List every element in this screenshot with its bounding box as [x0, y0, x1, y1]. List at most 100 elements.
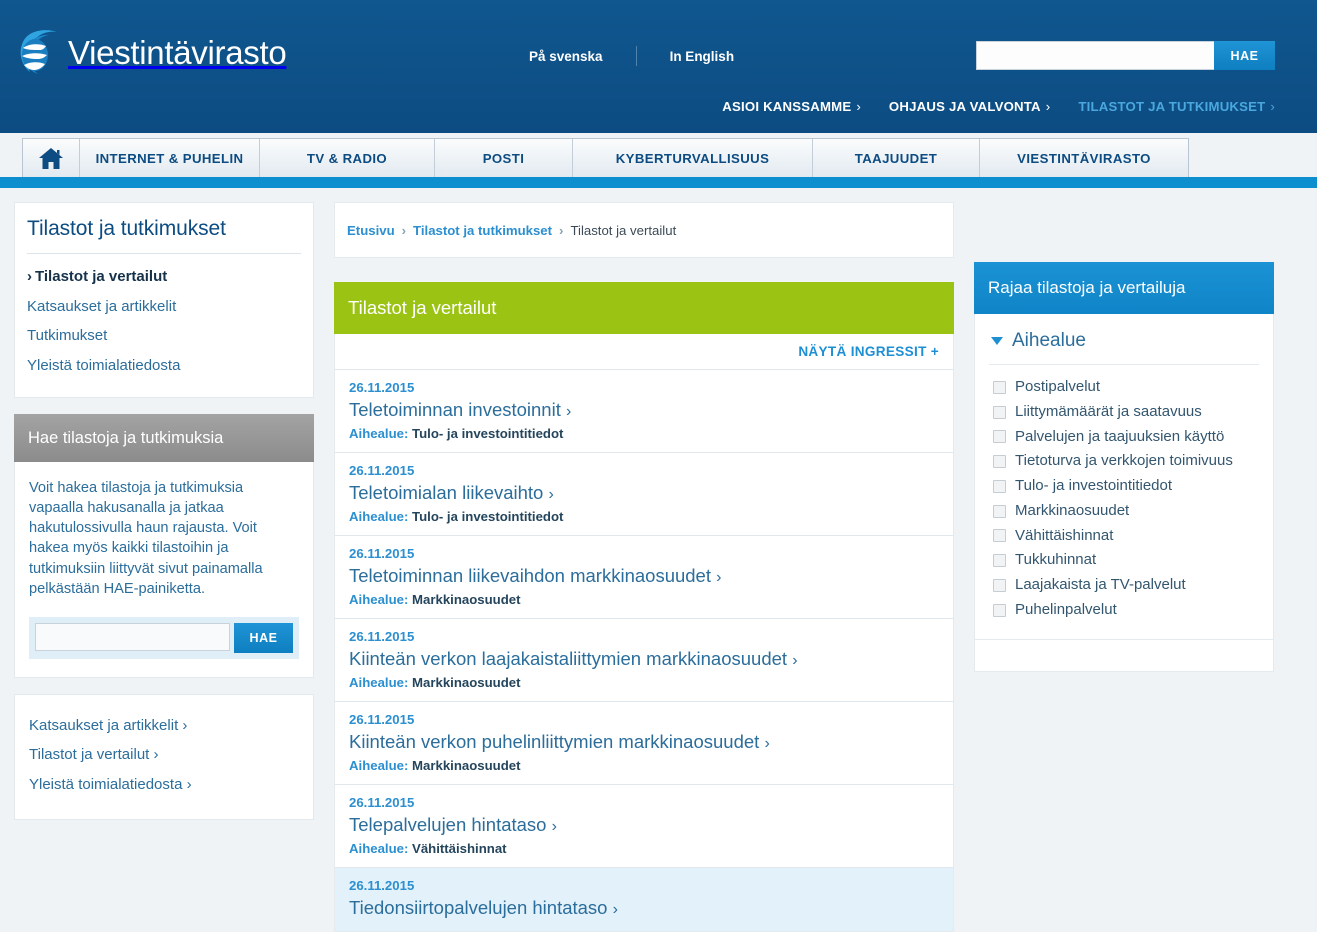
page-title-banner: Tilastot ja vertailut [334, 282, 954, 334]
header-search-input[interactable] [976, 41, 1214, 70]
filter-option-laajakaista-ja-tv-palvelut[interactable]: Laajakaista ja TV-palvelut [989, 573, 1259, 598]
result-item[interactable]: 26.11.2015 Kiinteän verkon puhelinliitty… [335, 701, 953, 784]
checkbox-icon[interactable] [993, 578, 1006, 592]
sidebar-nav-panel: Tilastot ja tutkimukset Tilastot ja vert… [14, 202, 314, 398]
show-ingress-toggle[interactable]: NÄYTÄ INGRESSIT + [798, 344, 939, 359]
checkbox-icon[interactable] [993, 455, 1006, 469]
result-topic: Markkinaosuudet [412, 592, 521, 607]
breadcrumb-item-current: Tilastot ja vertailut [570, 222, 677, 238]
chevron-right-icon: › [551, 818, 557, 835]
main-nav-tab-kyberturvallisuus[interactable]: KYBERTURVALLISUUS [573, 139, 813, 177]
site-logo[interactable]: Viestintävirasto [16, 28, 287, 76]
sidebar-item-label[interactable]: Tilastot ja vertailut [27, 263, 301, 291]
main-nav-tab-label: POSTI [482, 150, 525, 166]
chevron-right-icon: › [566, 403, 572, 420]
result-item[interactable]: 26.11.2015 Teletoiminnan liikevaihdon ma… [335, 535, 953, 618]
filter-option-puhelinpalvelut[interactable]: Puhelinpalvelut [989, 598, 1259, 623]
sidebar-item-label[interactable]: Katsaukset ja artikkelit [27, 293, 301, 321]
main-nav-tab-posti[interactable]: POSTI [435, 139, 573, 177]
sidebar-item-tilastot-ja-vertailut[interactable]: Tilastot ja vertailut [27, 263, 301, 291]
main-nav-tab-tv-radio[interactable]: TV & RADIO [260, 139, 435, 177]
chevron-right-icon: › [153, 746, 159, 764]
checkbox-icon[interactable] [993, 380, 1006, 394]
result-meta: Aihealue: Tulo- ja investointitiedot [349, 426, 939, 441]
filter-option-label: Laajakaista ja TV-palvelut [1015, 576, 1186, 593]
main-nav-tab-taajuudet[interactable]: TAAJUUDET [813, 139, 980, 177]
filter-option-postipalvelut[interactable]: Postipalvelut [989, 375, 1259, 400]
result-title-link[interactable]: Telepalvelujen hintataso › [349, 813, 939, 837]
section-nav-ohjaus-ja-valvonta[interactable]: OHJAUS JA VALVONTA › [889, 99, 1050, 114]
checkbox-icon[interactable] [993, 405, 1006, 419]
filter-option-tietoturva-ja-verkkojen-toimivuus[interactable]: Tietoturva ja verkkojen toimivuus [989, 449, 1259, 474]
result-topic: Tulo- ja investointitiedot [412, 426, 564, 441]
main-nav-tab-internet-puhelin[interactable]: INTERNET & PUHELIN [80, 139, 260, 177]
filter-option-markkinaosuudet[interactable]: Markkinaosuudet [989, 499, 1259, 524]
result-meta: Aihealue: Markkinaosuudet [349, 592, 939, 607]
filter-option-label: Palvelujen ja taajuuksien käyttö [1015, 427, 1225, 445]
main-nav-tab-viestintavirasto[interactable]: VIESTINTÄVIRASTO [980, 139, 1188, 177]
result-title-link[interactable]: Teletoiminnan investoinnit › [349, 398, 939, 422]
result-title: Teletoiminnan investoinnit [349, 399, 561, 420]
filter-option-liittymamaarat-ja-saatavuus[interactable]: Liittymämäärät ja saatavuus [989, 400, 1259, 425]
main-nav: INTERNET & PUHELIN TV & RADIO POSTI KYBE… [22, 138, 1189, 177]
quicklink-katsaukset-ja-artikkelit[interactable]: Katsaukset ja artikkelit › [29, 711, 299, 741]
sidebar-search-body: Voit hakea tilastoja ja tutkimuksia vapa… [14, 462, 314, 678]
sidebar-item-label[interactable]: Tutkimukset [27, 322, 301, 350]
result-title-link[interactable]: Tiedonsiirtopalvelujen hintataso › [349, 896, 939, 920]
checkbox-icon[interactable] [993, 554, 1006, 568]
checkbox-icon[interactable] [993, 430, 1006, 444]
result-item[interactable]: 26.11.2015 Teletoiminnan investoinnit › … [335, 369, 953, 452]
filter-option-tukkuhinnat[interactable]: Tukkuhinnat [989, 548, 1259, 573]
filter-option-label: Markkinaosuudet [1015, 501, 1130, 519]
main-nav-tab-home[interactable] [23, 139, 80, 177]
checkbox-icon[interactable] [993, 529, 1006, 543]
checkbox-icon[interactable] [993, 603, 1006, 617]
filter-option-label: Puhelinpalvelut [1015, 600, 1117, 618]
sidebar-search-button[interactable]: HAE [234, 622, 293, 653]
sidebar-item-tutkimukset[interactable]: Tutkimukset [27, 322, 301, 350]
main-nav-tab-label: INTERNET & PUHELIN [95, 150, 244, 166]
sidebar-title: Tilastot ja tutkimukset [27, 217, 301, 254]
breadcrumb-item-etusivu[interactable]: Etusivu [347, 223, 395, 238]
sidebar-item-label[interactable]: Yleistä toimialatiedosta [27, 352, 301, 380]
header-search-button[interactable]: HAE [1214, 41, 1275, 70]
result-meta-label: Aihealue: [349, 675, 409, 690]
sidebar-item-katsaukset-ja-artikkelit[interactable]: Katsaukset ja artikkelit [27, 293, 301, 321]
quicklink-tilastot-ja-vertailut[interactable]: Tilastot ja vertailut › [29, 740, 299, 770]
filter-group-aihealue-toggle[interactable]: Aihealue [989, 328, 1259, 365]
section-nav-asioi-kanssamme[interactable]: ASIOI KANSSAMME › [722, 99, 861, 114]
result-meta: Aihealue: Markkinaosuudet [349, 758, 939, 773]
sidebar-search-panel: Hae tilastoja ja tutkimuksia Voit hakea … [14, 414, 314, 678]
main-content: Etusivu › Tilastot ja tutkimukset › Tila… [334, 202, 954, 932]
result-item[interactable]: 26.11.2015 Teletoimialan liikevaihto › A… [335, 452, 953, 535]
quicklink-label: Tilastot ja vertailut [29, 746, 150, 764]
main-nav-tab-label: TV & RADIO [306, 150, 388, 166]
lang-link-english[interactable]: In English [670, 49, 735, 64]
sidebar-search-input[interactable] [35, 622, 230, 651]
result-title-link[interactable]: Teletoiminnan liikevaihdon markkinaosuud… [349, 564, 939, 588]
checkbox-icon[interactable] [993, 504, 1006, 518]
checkbox-icon[interactable] [993, 479, 1006, 493]
sidebar-search-form: HAE [29, 616, 299, 659]
sidebar-item-yleista-toimialatiedosta[interactable]: Yleistä toimialatiedosta [27, 352, 301, 380]
result-meta: Aihealue: Vähittäishinnat [349, 841, 939, 856]
result-meta: Aihealue: Markkinaosuudet [349, 675, 939, 690]
quicklink-yleista-toimialatiedosta[interactable]: Yleistä toimialatiedosta › [29, 770, 299, 800]
result-title-link[interactable]: Kiinteän verkon laajakaistaliittymien ma… [349, 647, 939, 671]
filter-option-vahittaishinnat[interactable]: Vähittäishinnat [989, 524, 1259, 549]
chevron-right-icon: › [792, 652, 798, 669]
lang-link-swedish[interactable]: På svenska [529, 49, 603, 64]
result-item[interactable]: 26.11.2015 Telepalvelujen hintataso › Ai… [335, 784, 953, 867]
filter-option-tulo-ja-investointitiedot[interactable]: Tulo- ja investointitiedot [989, 474, 1259, 499]
result-item[interactable]: 26.11.2015 Tiedonsiirtopalvelujen hintat… [335, 867, 953, 931]
section-nav-tilastot-ja-tutkimukset[interactable]: TILASTOT JA TUTKIMUKSET › [1078, 99, 1275, 114]
result-date: 26.11.2015 [349, 380, 415, 395]
result-item[interactable]: 26.11.2015 Kiinteän verkon laajakaistali… [335, 618, 953, 701]
filter-option-palvelujen-ja-taajuuksien-kaytto[interactable]: Palvelujen ja taajuuksien käyttö [989, 425, 1259, 450]
chevron-right-icon: › [716, 569, 722, 586]
result-date: 26.11.2015 [349, 629, 415, 644]
chevron-right-icon: › [856, 99, 861, 114]
breadcrumb-item-tilastot-ja-tutkimukset[interactable]: Tilastot ja tutkimukset [413, 223, 552, 238]
result-title-link[interactable]: Kiinteän verkon puhelinliittymien markki… [349, 730, 939, 754]
result-title-link[interactable]: Teletoimialan liikevaihto › [349, 481, 939, 505]
